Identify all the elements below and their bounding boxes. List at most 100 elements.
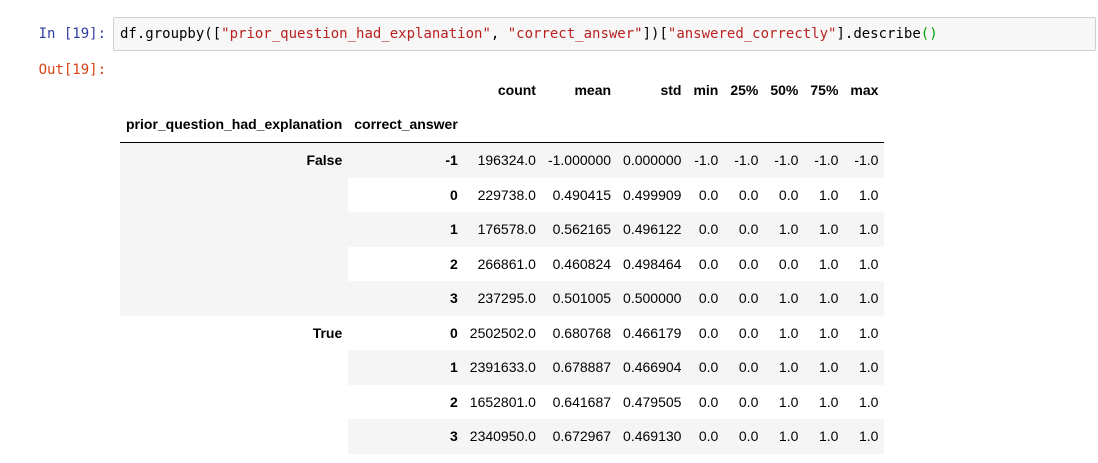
row-key: 3 [348, 281, 464, 316]
header-blank [617, 106, 687, 143]
table-cell: 1.0 [778, 324, 799, 341]
table-cell: -1.0 [844, 142, 885, 178]
group-label: False [120, 142, 349, 316]
group-label: True [120, 315, 349, 454]
table-cell: 0.562165 [541, 212, 618, 247]
code-string: "correct_answer" [507, 26, 643, 42]
table-cell: 0.641687 [552, 393, 612, 410]
header-blank [724, 106, 764, 143]
table-cell: 0.0 [724, 281, 765, 316]
index-name: prior_question_had_explanation [126, 116, 343, 132]
table-cell: 0.0 [687, 281, 725, 316]
table-cell: 1.0 [804, 419, 845, 454]
column-header: 50% [770, 82, 799, 98]
table-cell: 237295.0 [463, 281, 542, 316]
table-cell: 0.498464 [623, 255, 682, 272]
table-row: True 0 2502502.0 0.680768 0.466179 0.0 0.0 1.0 1… [120, 315, 884, 454]
column-header: 75% [810, 82, 839, 98]
header-blank [464, 106, 542, 143]
table-cell: 0.490415 [552, 186, 612, 203]
table-cell: 1.0 [844, 350, 885, 385]
table-body: False -1 196324.0 -1.000000 0.000000 -1.0 -1.0… [120, 142, 885, 454]
table-cell: 266861.0 [477, 255, 536, 272]
index-name-row: prior_question_had_explanation correct_a… [120, 106, 885, 143]
row-key: -1 [348, 142, 464, 178]
code-line: df.groupby(["prior_question_had_explanat… [120, 25, 938, 43]
table-cell: 1.0 [844, 419, 885, 454]
table-cell: 1.0 [818, 255, 839, 272]
row-key: 1 [348, 350, 464, 385]
code-token: [ [212, 26, 222, 42]
row-key: 2 [449, 255, 458, 272]
table-cell: 0.0 [687, 350, 725, 385]
header-blank [542, 106, 617, 143]
code-string: "prior_question_had_explanation" [221, 26, 491, 42]
table-cell: 1.0 [818, 186, 839, 203]
table-cell: 1.0 [764, 212, 805, 247]
row-key: 0 [449, 186, 458, 203]
table-cell: 0.469130 [617, 419, 688, 454]
column-header: min [693, 82, 719, 98]
table-cell: 0.680768 [552, 324, 612, 341]
table-cell: 229738.0 [477, 186, 536, 203]
table-cell: 0.0 [778, 255, 799, 272]
table-cell: -1.0 [687, 142, 725, 178]
column-header: max [850, 82, 879, 98]
row-key: 0 [449, 324, 458, 341]
table-cell: 0.0 [738, 393, 759, 410]
code-token: , [490, 26, 508, 42]
table-cell: 1.0 [858, 393, 879, 410]
table-cell: 0.500000 [617, 281, 688, 316]
table-cell: -1.0 [764, 142, 805, 178]
row-key: 3 [348, 419, 464, 454]
table-cell: 0.678887 [541, 350, 618, 385]
table-cell: 1.0 [844, 281, 885, 316]
table-cell: 1.0 [818, 324, 839, 341]
table-cell: 0.496122 [617, 212, 688, 247]
table-cell: 1.0 [804, 212, 845, 247]
table-cell: 196324.0 [463, 142, 542, 178]
table-cell: -1.0 [804, 142, 845, 178]
header-blank [764, 106, 804, 143]
row-key: 1 [348, 212, 464, 247]
table-cell: 2340950.0 [463, 419, 542, 454]
code-token: df.groupby( [120, 26, 213, 42]
code-string: "answered_correctly" [667, 26, 837, 42]
table-cell: 1.0 [804, 350, 845, 385]
table-cell: 1.0 [778, 393, 799, 410]
column-header: 25% [730, 82, 759, 98]
table-cell: 0.0 [724, 212, 765, 247]
table-cell: 2391633.0 [463, 350, 542, 385]
table-cell: 1.0 [858, 255, 879, 272]
index-name: correct_answer [354, 116, 458, 132]
code-token: ].describe [836, 26, 921, 42]
row-key: 2 [449, 393, 458, 410]
table-row: False -1 196324.0 -1.000000 0.000000 -1.0 -1.0… [120, 142, 885, 316]
table-cell: 1.0 [844, 212, 885, 247]
header-blank [687, 106, 724, 143]
table-cell: 0.499909 [623, 186, 682, 203]
table-cell: 1.0 [764, 419, 805, 454]
table-cell: 0.466179 [623, 324, 682, 341]
table-cell: 0.0 [698, 186, 719, 203]
input-prompt: In [19]: [38, 26, 106, 42]
header-blank [348, 74, 464, 106]
code-input-area[interactable]: df.groupby(["prior_question_had_explanat… [113, 17, 1096, 51]
code-parens: () [920, 26, 938, 42]
table-cell: 1652801.0 [469, 393, 536, 410]
table-cell: 0.0 [698, 324, 719, 341]
output-prompt: Out[19]: [38, 62, 106, 78]
table-cell: 1.0 [764, 350, 805, 385]
column-header-row: count mean std min 25% 50% 75% max [120, 74, 884, 106]
table-cell: 0.672967 [541, 419, 618, 454]
table-cell: 0.501005 [541, 281, 618, 316]
table-cell: 0.0 [738, 186, 759, 203]
column-header: mean [574, 82, 612, 98]
table-cell: 1.0 [818, 393, 839, 410]
table-cell: 0.000000 [617, 142, 688, 178]
column-header: std [660, 82, 682, 98]
table-cell: 1.0 [804, 281, 845, 316]
table-cell: 0.0 [687, 419, 725, 454]
table-cell: 1.0 [858, 186, 879, 203]
table-cell: 0.479505 [623, 393, 682, 410]
